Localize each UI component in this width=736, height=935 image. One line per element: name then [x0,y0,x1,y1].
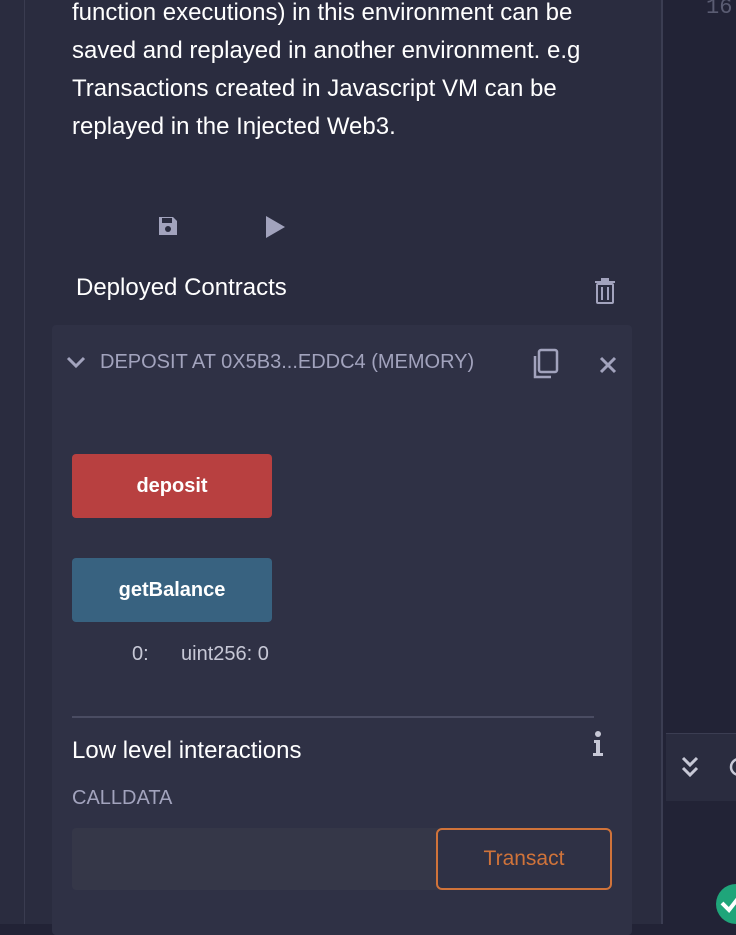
output-value: uint256: 0 [181,643,269,665]
editor-area [664,0,736,733]
calldata-label: CALLDATA [72,787,173,809]
close-icon[interactable] [598,355,618,380]
instance-title[interactable]: DEPOSIT AT 0X5B3...EDDC4 (MEMORY) [100,351,502,374]
save-icon[interactable] [157,215,179,242]
copy-icon[interactable] [530,348,560,385]
recorder-description: function executions) in this environment… [72,0,581,140]
trash-icon[interactable] [594,278,616,309]
output-index: 0: [132,643,149,665]
check-icon [714,884,736,929]
deposit-button[interactable]: deposit [72,454,272,518]
terminal-bar [666,733,736,802]
get-balance-button[interactable]: getBalance [72,558,272,622]
deployed-contracts-title: Deployed Contracts [76,274,287,301]
chevron-down-icon[interactable] [66,356,86,375]
divider [72,716,594,718]
clear-console-icon[interactable] [728,756,736,783]
play-icon[interactable] [263,214,287,245]
calldata-input[interactable] [72,828,442,890]
double-chevron-down-icon[interactable] [680,755,700,784]
line-number: 16 [706,0,733,20]
left-icon-strip [0,0,25,924]
transact-button[interactable]: Transact [436,828,612,890]
info-icon[interactable] [590,730,606,763]
low-level-title: Low level interactions [72,737,302,764]
